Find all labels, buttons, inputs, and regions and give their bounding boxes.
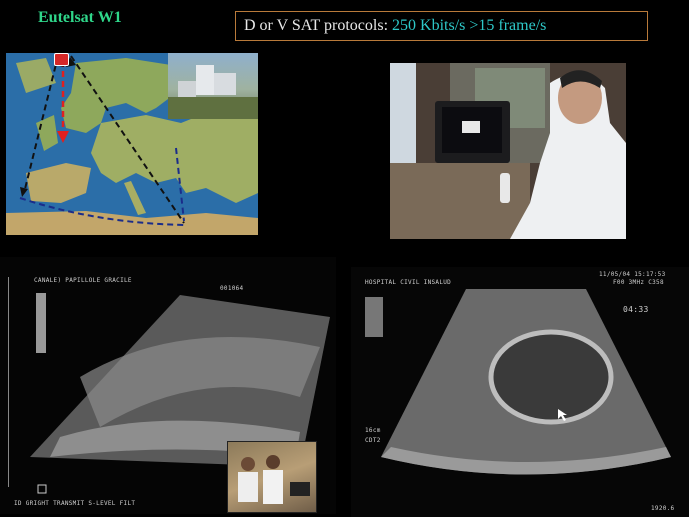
us-left-footer: ID GRIGHT TRANSMIT S-LEVEL FILT — [14, 500, 136, 507]
ultrasound-right: HOSPITAL CIVIL INSALUD 11/05/04 15:17:53… — [351, 267, 689, 517]
us-right-date: 11/05/04 15:17:53 — [599, 271, 666, 278]
building-svg — [168, 65, 258, 119]
workstation-photo — [390, 63, 626, 239]
us-right-gain: CDT2 — [365, 437, 381, 444]
bandwidth-value: 250 Kbits/s — [392, 17, 466, 34]
us-right-hospital: HOSPITAL CIVIL INSALUD — [365, 279, 452, 286]
ultrasound-left: CANALE) PAPILLOLE GRACILE 001064 ID GRIG… — [0, 257, 336, 514]
us-right-corner: 1920.6 — [651, 505, 675, 512]
us-left-header: CANALE) PAPILLOLE GRACILE — [34, 277, 132, 284]
satellite-icon — [54, 53, 69, 66]
satellite-title: Eutelsat W1 — [38, 9, 122, 26]
hospital-building-photo — [168, 53, 258, 119]
protocol-info-box: D or V SAT protocols: 250 Kbits/s >15 fr… — [235, 11, 648, 41]
us-right-timer: 04:33 — [623, 305, 649, 314]
inset-video-feed — [227, 441, 317, 513]
inset-svg — [238, 455, 310, 504]
workstation-svg — [390, 63, 626, 239]
us-right-freq: F00 3MHz C358 — [613, 279, 664, 286]
europe-map-image — [6, 53, 258, 235]
framerate-value: >15 frame/s — [469, 17, 547, 34]
protocol-label: D or V SAT protocols: — [244, 17, 389, 34]
us-left-id: 001064 — [220, 285, 244, 292]
us-right-depth: 16cm — [365, 427, 381, 434]
